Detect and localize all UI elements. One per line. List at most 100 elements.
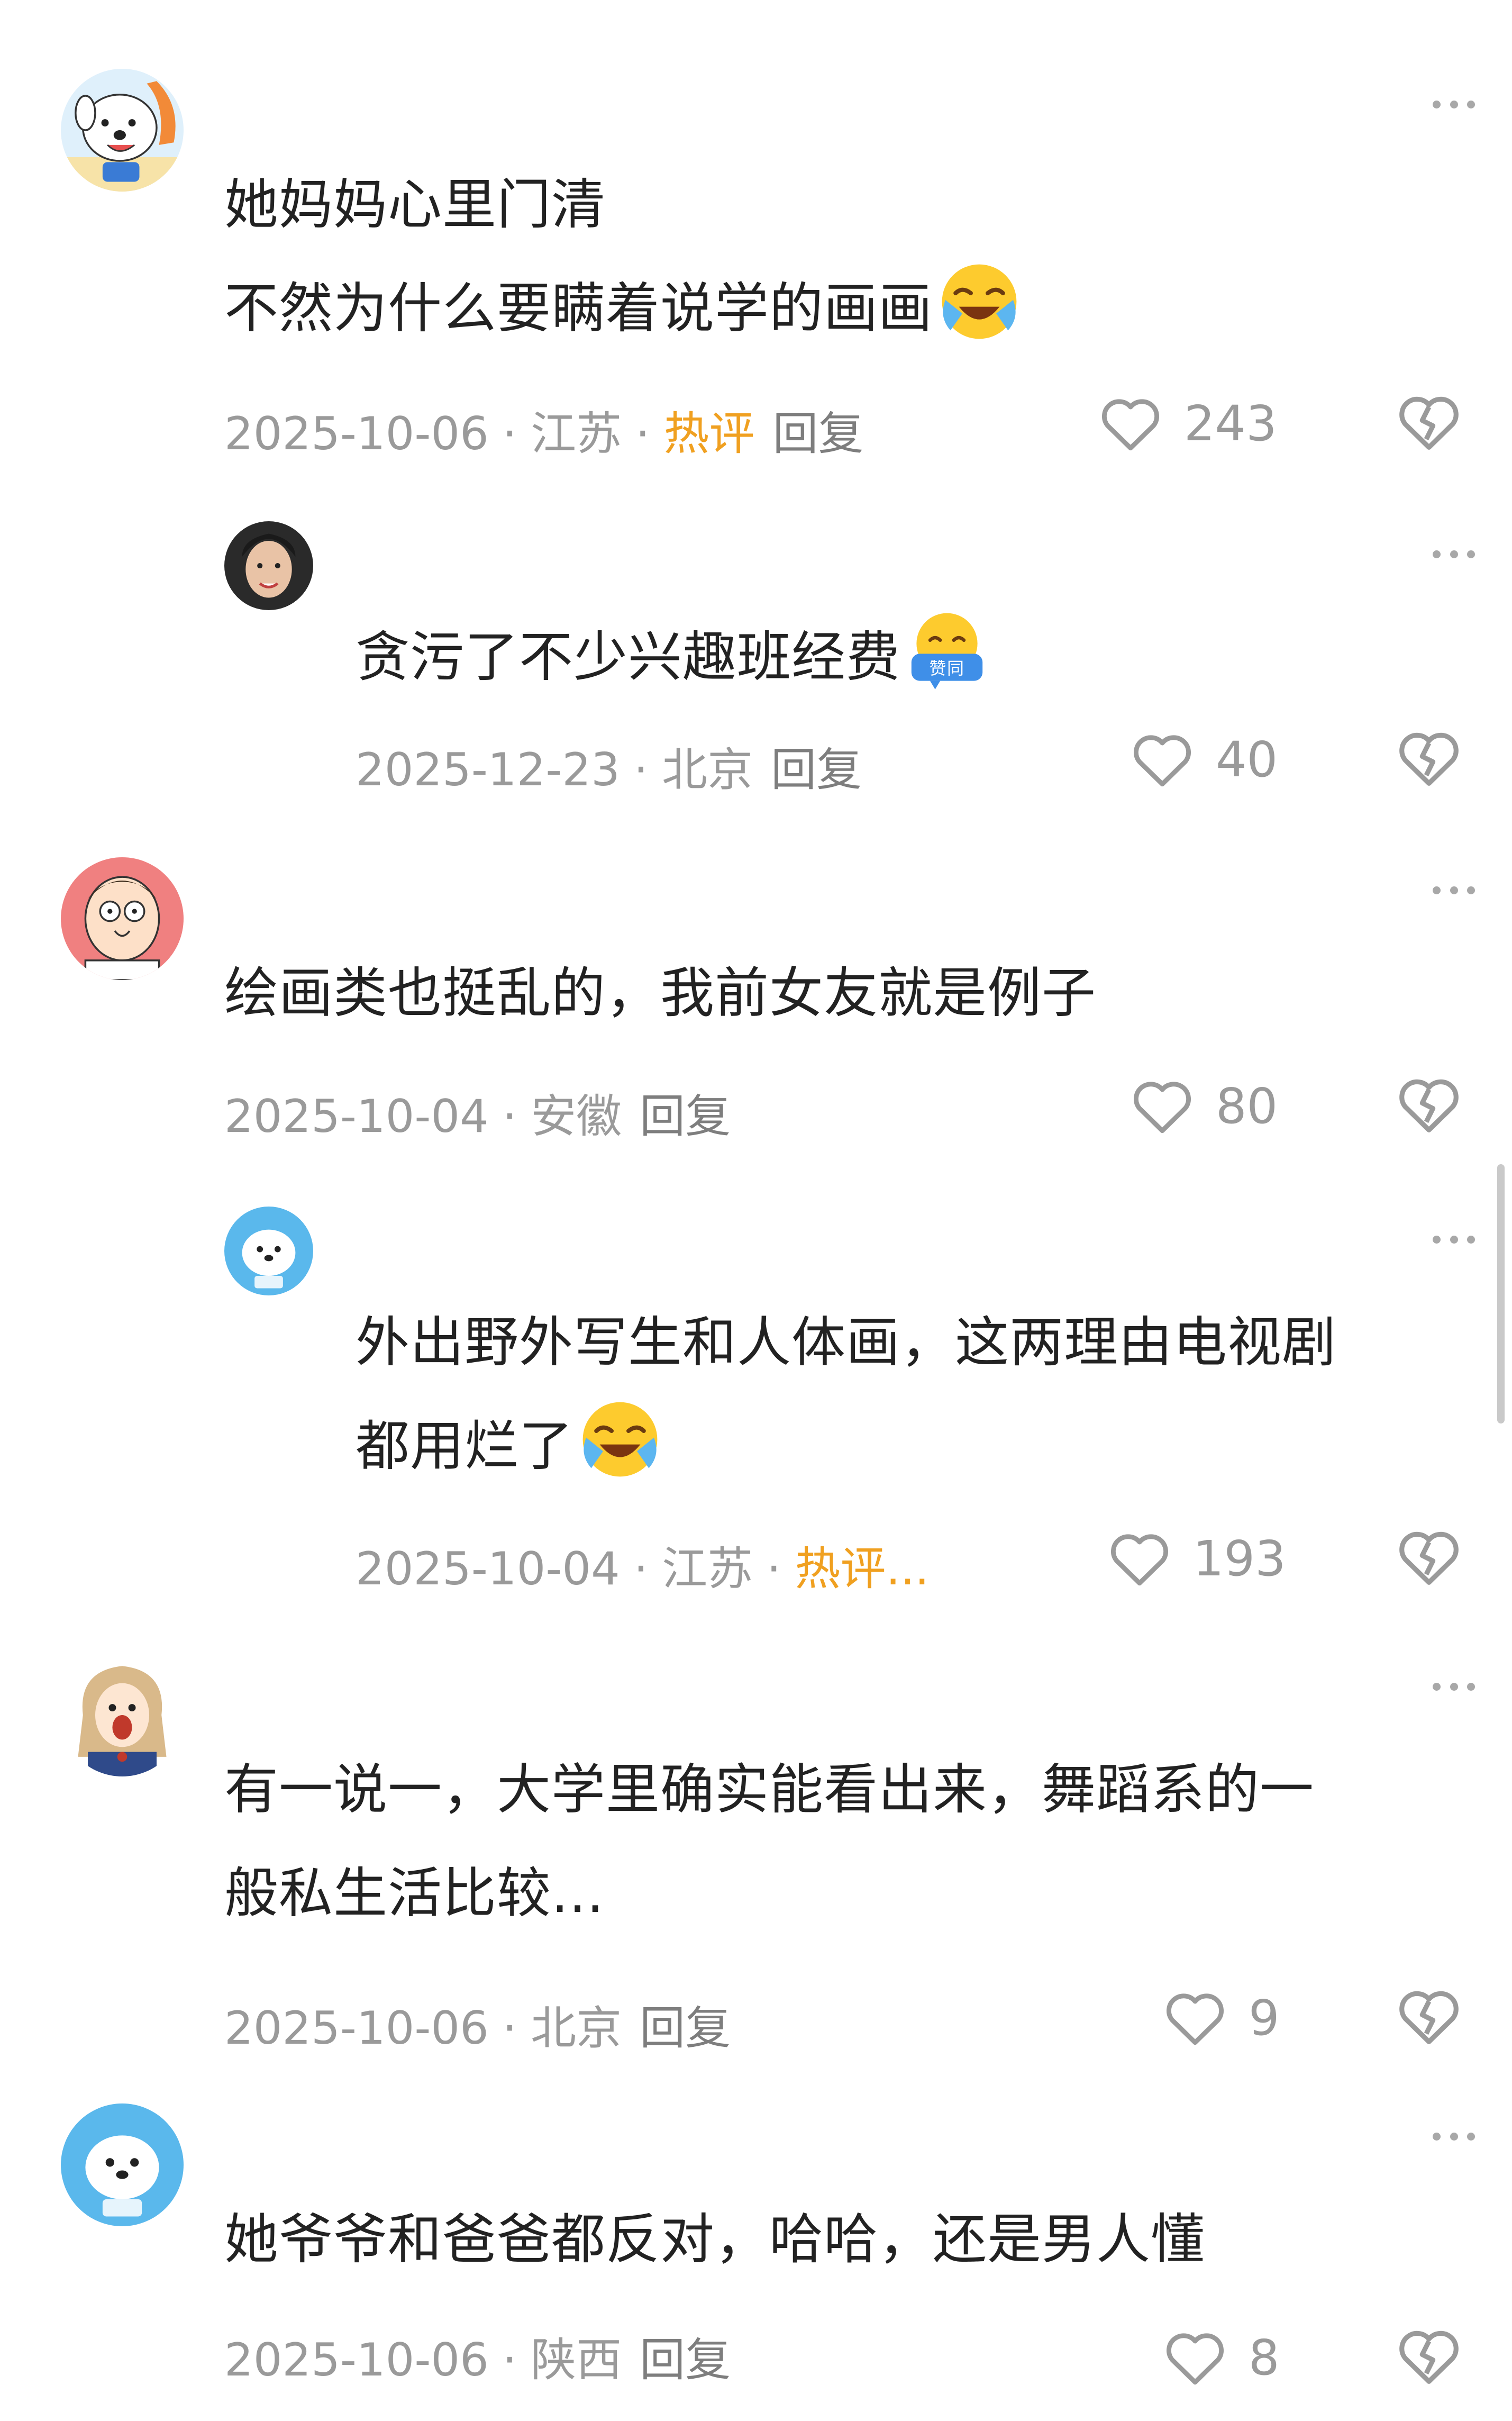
comment-text: 有一说一，大学里确实能看出来，舞蹈系的一 般私生活比较... xyxy=(224,1738,1314,1946)
dislike-button[interactable] xyxy=(1397,729,1461,787)
broken-heart-icon xyxy=(1399,396,1459,450)
reply-button[interactable]: 回复 xyxy=(772,405,863,463)
comment-date: 2025-10-06 xyxy=(224,2002,489,2055)
more-options-button[interactable] xyxy=(1433,548,1475,560)
more-dot-icon xyxy=(1433,886,1441,894)
comment-meta: 2025-10-06 · 陕西 回复 xyxy=(224,2331,731,2389)
comment-text-line: 般私生活比较... xyxy=(224,1862,605,1925)
meta-separator: · xyxy=(767,1543,781,1595)
comment-location: 江苏 xyxy=(662,1543,753,1595)
more-options-button[interactable] xyxy=(1433,1680,1475,1693)
comment-meta: 2025-10-04 · 安徽 回复 xyxy=(224,1087,731,1146)
woman-portrait-avatar-icon xyxy=(224,521,313,610)
like-button[interactable]: 243 xyxy=(1099,392,1277,455)
comment-text-line: 绘画类也挺乱的，我前女友就是例子 xyxy=(224,962,1096,1025)
heart-icon xyxy=(1134,735,1191,787)
comment-text-line: 她妈妈心里门清 xyxy=(224,174,606,237)
meta-separator: · xyxy=(502,2334,517,2387)
scrollbar[interactable] xyxy=(1497,1164,1505,1423)
blue-dog-avatar-icon xyxy=(61,2103,184,2226)
comment-text-line: 外出野外写生和人体画，这两理由电视剧 xyxy=(356,1311,1336,1374)
more-dot-icon xyxy=(1450,886,1458,894)
reply-button[interactable]: 回复 xyxy=(640,1999,731,2057)
comment-date: 2025-10-04 xyxy=(356,1543,620,1595)
comment-text-line: 不然为什么要瞒着说学的画画 xyxy=(224,257,1022,361)
comment-text-line-part: 都用烂了 xyxy=(356,1415,573,1478)
blue-dog-avatar-icon xyxy=(224,1207,313,1295)
more-dot-icon xyxy=(1433,1682,1441,1691)
like-button[interactable]: 8 xyxy=(1164,2326,1280,2389)
comment-meta: 2025-10-06 · 江苏 · 热评 回复 xyxy=(224,405,863,463)
avatar[interactable] xyxy=(61,2103,184,2226)
more-dot-icon xyxy=(1450,1235,1458,1244)
more-dot-icon xyxy=(1450,100,1458,108)
comment-date: 2025-12-23 xyxy=(356,743,620,796)
like-count: 8 xyxy=(1249,2329,1280,2386)
more-dot-icon xyxy=(1450,550,1458,558)
comment-location: 陕西 xyxy=(531,2334,622,2387)
heart-icon xyxy=(1167,1993,1224,2045)
more-dot-icon xyxy=(1433,100,1441,108)
more-options-button[interactable] xyxy=(1433,98,1475,111)
heart-icon xyxy=(1134,1082,1191,1134)
comment-date: 2025-10-06 xyxy=(224,2334,489,2387)
cartoon-girl-avatar-icon xyxy=(61,1654,184,1776)
more-options-button[interactable] xyxy=(1433,2130,1475,2143)
agree-emoji-text: 赞同 xyxy=(929,658,964,678)
dislike-button[interactable] xyxy=(1397,1528,1461,1586)
comment-text: 绘画类也挺乱的，我前女友就是例子 xyxy=(224,942,1096,1046)
comment-text: 她爷爷和爸爸都反对，哈哈，还是男人懂 xyxy=(224,2188,1205,2292)
more-dot-icon xyxy=(1467,886,1475,894)
dislike-button[interactable] xyxy=(1397,1987,1461,2045)
dislike-button[interactable] xyxy=(1397,393,1461,451)
like-button[interactable]: 9 xyxy=(1164,1986,1280,2050)
comment-text: 外出野外写生和人体画，这两理由电视剧 都用烂了 xyxy=(356,1291,1336,1499)
like-button[interactable]: 40 xyxy=(1131,728,1278,791)
like-button[interactable]: 80 xyxy=(1131,1074,1278,1138)
heart-icon xyxy=(1167,2333,1224,2385)
comment-meta: 2025-10-06 · 北京 回复 xyxy=(224,1999,731,2057)
comment-text: 她妈妈心里门清 不然为什么要瞒着说学的画画 xyxy=(224,153,1022,361)
comment-location: 安徽 xyxy=(531,1090,622,1143)
avatar[interactable] xyxy=(61,857,184,980)
reply-button[interactable]: 回复 xyxy=(640,2331,731,2389)
meta-separator: · xyxy=(502,1090,517,1143)
reply-button[interactable]: 回复 xyxy=(771,741,862,799)
avatar[interactable] xyxy=(61,69,184,192)
comment-text-line: 她爷爷和爸爸都反对，哈哈，还是男人懂 xyxy=(224,2208,1205,2271)
hot-comment-badge: 热评... xyxy=(795,1543,930,1595)
broken-heart-icon xyxy=(1399,732,1459,786)
more-dot-icon xyxy=(1467,2132,1475,2141)
broken-heart-icon xyxy=(1399,2331,1459,2384)
cartoon-man-avatar-icon xyxy=(61,857,184,980)
more-options-button[interactable] xyxy=(1433,1233,1475,1246)
more-dot-icon xyxy=(1433,1235,1441,1244)
crying-laughing-emoji-icon xyxy=(578,1397,662,1482)
meta-separator: · xyxy=(633,1543,649,1595)
heart-icon xyxy=(1102,399,1159,451)
avatar[interactable] xyxy=(224,521,313,610)
more-dot-icon xyxy=(1433,550,1441,558)
like-count: 40 xyxy=(1216,731,1278,788)
more-dot-icon xyxy=(1467,1235,1475,1244)
more-options-button[interactable] xyxy=(1433,884,1475,896)
more-dot-icon xyxy=(1467,550,1475,558)
more-dot-icon xyxy=(1450,2132,1458,2141)
comment-text-line-part: 不然为什么要瞒着说学的画画 xyxy=(224,277,933,340)
avatar[interactable] xyxy=(61,1654,184,1776)
comment-date: 2025-10-06 xyxy=(224,407,489,460)
agree-emoji-icon: 赞同 xyxy=(905,608,989,693)
dislike-button[interactable] xyxy=(1397,1075,1461,1134)
like-button[interactable]: 193 xyxy=(1108,1527,1286,1590)
like-count: 9 xyxy=(1249,1989,1280,2046)
avatar[interactable] xyxy=(224,1207,313,1295)
white-dog-avatar-icon xyxy=(61,69,184,192)
comment-text-line: 贪污了不少兴趣班经费 赞同 xyxy=(356,606,989,710)
reply-button[interactable]: 回复 xyxy=(640,1087,731,1146)
comment-date: 2025-10-04 xyxy=(224,1090,489,1143)
comment-meta: 2025-10-04 · 江苏 · 热评... xyxy=(356,1540,930,1598)
broken-heart-icon xyxy=(1399,1079,1459,1132)
hot-comment-badge: 热评 xyxy=(663,407,755,460)
more-dot-icon xyxy=(1467,1682,1475,1691)
dislike-button[interactable] xyxy=(1397,2327,1461,2385)
